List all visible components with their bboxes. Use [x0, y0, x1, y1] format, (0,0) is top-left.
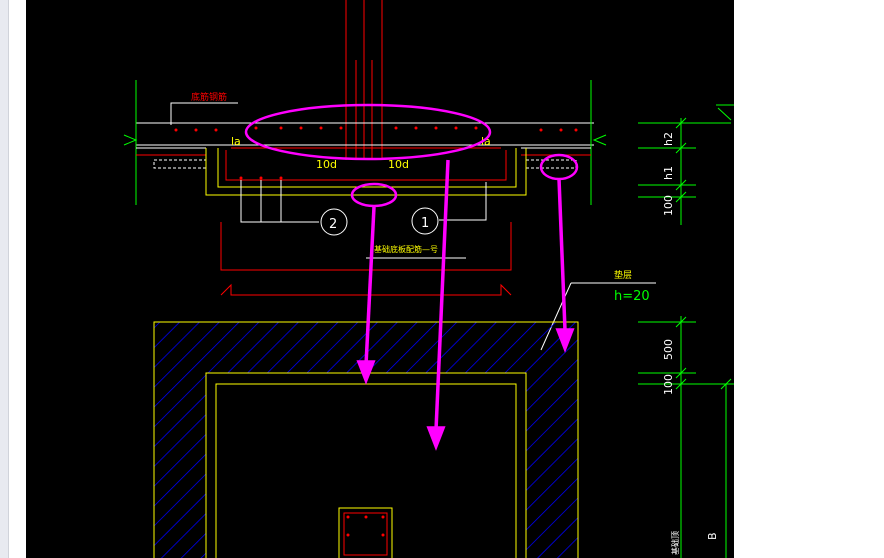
dim-500-label: 500 [662, 339, 675, 360]
dimension-column [638, 104, 734, 558]
right-blank-area [734, 0, 884, 558]
section-note-label: 基础底板配筋—号 [374, 244, 438, 254]
dim-h2-label: h2 [662, 132, 675, 146]
column-rebar [345, 0, 383, 160]
pit-outline [205, 148, 527, 196]
cad-drawing-canvas[interactable]: 底筋钢筋 la la 10d 10d 2 1 基础底板配筋—号 h2 h1 10… [26, 0, 734, 558]
svg-text:1: 1 [421, 216, 429, 231]
top-rebar-label: 底筋钢筋 [191, 91, 227, 103]
top-rebar-leader [170, 102, 238, 125]
hatch-block-left [153, 159, 207, 169]
cad-drawing: 底筋钢筋 la la 10d 10d 2 1 基础底板配筋—号 h2 h1 10… [123, 0, 734, 558]
callout-2: 2 [240, 180, 348, 236]
pit-rebar [225, 147, 507, 181]
dim-B-label: B [706, 532, 719, 540]
callout-1: 1 [411, 182, 487, 235]
h-value-label: h=20 [614, 289, 650, 304]
dim-100-bottom-label: 100 [662, 374, 675, 395]
dim-100-top-label: 100 [662, 195, 675, 216]
hatch-block-right [525, 159, 577, 169]
cushion-label: 垫层 [614, 269, 632, 281]
10d-left-label: 10d [316, 158, 337, 171]
10d-right-label: 10d [388, 158, 409, 171]
dim-bottom-small-label: 基础顶 [670, 531, 680, 555]
la-left-label: la [231, 135, 241, 148]
dim-h1-label: h1 [662, 166, 675, 180]
svg-text:2: 2 [329, 217, 337, 232]
side-panel-strip [0, 0, 9, 558]
